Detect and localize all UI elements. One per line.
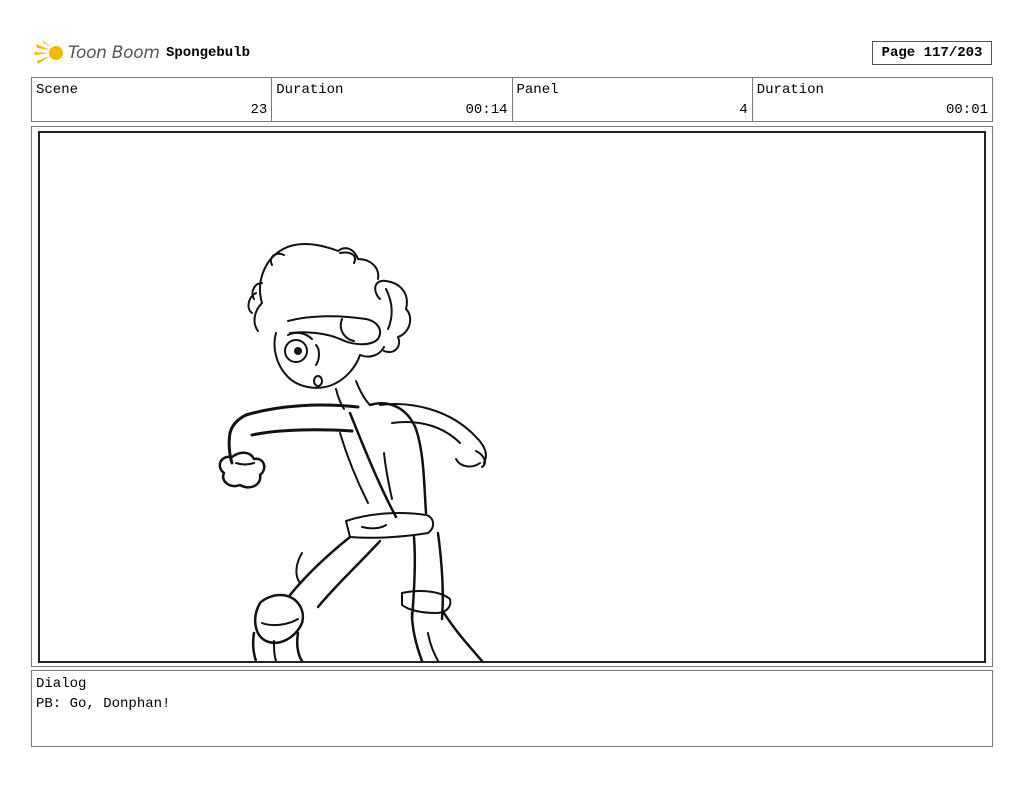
scene-value: 23 [250,102,268,118]
character-sketch [218,243,487,661]
panel-duration-value: 00:01 [945,102,988,118]
panel-duration-cell: Duration 00:01 [753,78,992,121]
scene-info-row: Scene 23 Duration 00:14 Panel 4 Duration… [31,77,993,122]
panel-label: Panel [516,82,559,98]
dialog-text: PB: Go, Donphan! [36,696,171,712]
scene-duration-value: 00:14 [465,102,508,118]
dialog-label: Dialog [36,676,87,692]
page-number: Page 117/203 [872,41,992,65]
scene-cell: Scene 23 [32,78,273,121]
dialog-box: Dialog PB: Go, Donphan! [31,670,993,747]
toon-boom-logo: Toon Boom [34,38,160,68]
panel-duration-label: Duration [756,82,824,98]
panel-value: 4 [739,102,748,118]
storyboard-panel-image [38,131,986,663]
scene-label: Scene [36,82,79,98]
scene-duration-cell: Duration 00:14 [272,78,513,121]
panel-cell: Panel 4 [513,78,753,121]
brand-name: Toon Boom [68,43,160,63]
scene-duration-label: Duration [276,82,344,98]
panel-frame [31,126,993,667]
project-title: Spongebulb [166,45,251,61]
toon-boom-logo-icon [34,40,63,64]
